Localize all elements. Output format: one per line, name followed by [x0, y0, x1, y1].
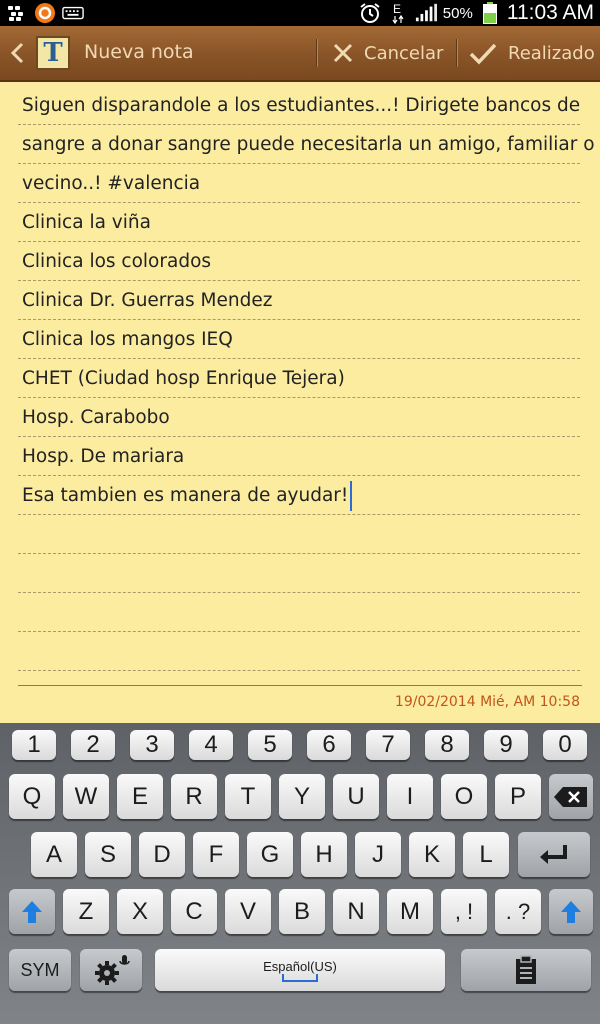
- key-0[interactable]: 0: [543, 730, 587, 760]
- key-3[interactable]: 3: [130, 730, 174, 760]
- key-comma[interactable]: , !: [441, 889, 487, 934]
- enter-icon: [540, 844, 567, 864]
- note-line[interactable]: CHET (Ciudad hosp Enrique Tejera): [18, 359, 580, 398]
- keyboard: 1 2 3 4 5 6 7 8 9 0 Q W E R T Y U I O P …: [0, 723, 600, 1024]
- key-k[interactable]: K: [409, 832, 455, 877]
- key-m[interactable]: M: [387, 889, 433, 934]
- memo-app-icon: T: [36, 36, 70, 70]
- sym-key[interactable]: SYM: [9, 949, 71, 991]
- space-key[interactable]: Español(US): [155, 949, 445, 991]
- key-w[interactable]: W: [63, 774, 109, 819]
- battery-percent: 50%: [442, 4, 473, 22]
- cancel-label: Cancelar: [364, 42, 444, 64]
- note-line[interactable]: [18, 515, 580, 554]
- done-button[interactable]: Realizado: [468, 36, 595, 70]
- note-line[interactable]: [18, 554, 580, 593]
- key-h[interactable]: H: [301, 832, 347, 877]
- clipboard-key[interactable]: [461, 949, 591, 991]
- data-e-icon: E: [387, 2, 409, 25]
- note-line[interactable]: [18, 632, 580, 671]
- key-9[interactable]: 9: [484, 730, 528, 760]
- note-line[interactable]: Hosp. De mariara: [18, 437, 580, 476]
- key-c[interactable]: C: [171, 889, 217, 934]
- shift-arrow-icon: [561, 900, 581, 923]
- status-bar: E 50% 11:03 AM: [0, 0, 600, 26]
- shift-key-right[interactable]: [549, 889, 593, 934]
- page-title: Nueva nota: [84, 41, 194, 63]
- note-header: T Nueva nota Cancelar Realizado: [0, 26, 600, 82]
- clipboard-icon: [516, 955, 536, 984]
- svg-text:E: E: [393, 2, 401, 16]
- status-time: 11:03 AM: [506, 1, 594, 24]
- key-1[interactable]: 1: [12, 730, 56, 760]
- note-line-last[interactable]: Esa tambien es manera de ayudar!: [18, 476, 580, 515]
- chevron-left-icon: [10, 42, 24, 64]
- key-u[interactable]: U: [333, 774, 379, 819]
- key-d[interactable]: D: [139, 832, 185, 877]
- keyboard-icon: [62, 2, 84, 24]
- space-bar-icon: [282, 973, 318, 982]
- battery-icon: [479, 2, 501, 24]
- note-line[interactable]: Clinica la viña: [18, 203, 580, 242]
- key-s[interactable]: S: [85, 832, 131, 877]
- key-v[interactable]: V: [225, 889, 271, 934]
- note-divider: [18, 685, 582, 686]
- signal-icon: [415, 2, 437, 24]
- note-line[interactable]: vecino..! #valencia: [18, 164, 580, 203]
- key-7[interactable]: 7: [366, 730, 410, 760]
- note-line[interactable]: [18, 593, 580, 632]
- key-t[interactable]: T: [225, 774, 271, 819]
- backspace-icon: [554, 786, 587, 807]
- note-line[interactable]: Siguen disparandole a los estudiantes...…: [18, 86, 580, 125]
- key-i[interactable]: I: [387, 774, 433, 819]
- key-g[interactable]: G: [247, 832, 293, 877]
- header-divider: [316, 39, 317, 67]
- key-2[interactable]: 2: [71, 730, 115, 760]
- key-l[interactable]: L: [463, 832, 509, 877]
- key-5[interactable]: 5: [248, 730, 292, 760]
- space-key-label: Español(US): [263, 958, 337, 974]
- key-e[interactable]: E: [117, 774, 163, 819]
- key-x[interactable]: X: [117, 889, 163, 934]
- alarm-icon: [359, 2, 381, 24]
- header-divider: [456, 39, 457, 67]
- enter-key[interactable]: [518, 832, 590, 877]
- shift-key-left[interactable]: [9, 889, 55, 934]
- checkmark-icon: [469, 43, 497, 65]
- back-button[interactable]: [8, 38, 28, 68]
- note-line[interactable]: Clinica los mangos IEQ: [18, 320, 580, 359]
- text-cursor: [350, 481, 353, 511]
- settings-key[interactable]: [80, 949, 142, 991]
- note-line-text: Esa tambien es manera de ayudar!: [22, 485, 349, 506]
- note-line[interactable]: Clinica los colorados: [18, 242, 580, 281]
- bbm-icon: [6, 2, 28, 24]
- key-b[interactable]: B: [279, 889, 325, 934]
- key-a[interactable]: A: [31, 832, 77, 877]
- key-j[interactable]: J: [355, 832, 401, 877]
- note-line[interactable]: sangre a donar sangre puede necesitarla …: [18, 125, 595, 164]
- gear-mic-icon: [95, 955, 130, 985]
- key-r[interactable]: R: [171, 774, 217, 819]
- key-o[interactable]: O: [441, 774, 487, 819]
- key-q[interactable]: Q: [9, 774, 55, 819]
- key-n[interactable]: N: [333, 889, 379, 934]
- note-line[interactable]: Clinica Dr. Guerras Mendez: [18, 281, 580, 320]
- key-4[interactable]: 4: [189, 730, 233, 760]
- close-icon: [333, 43, 353, 63]
- key-z[interactable]: Z: [63, 889, 109, 934]
- key-y[interactable]: Y: [279, 774, 325, 819]
- note-line[interactable]: Hosp. Carabobo: [18, 398, 580, 437]
- backspace-key[interactable]: [549, 774, 593, 819]
- key-p[interactable]: P: [495, 774, 541, 819]
- done-label: Realizado: [508, 42, 595, 64]
- app-notification-icon: [34, 2, 56, 24]
- cancel-button[interactable]: Cancelar: [332, 36, 443, 70]
- shift-arrow-icon: [22, 900, 42, 923]
- key-f[interactable]: F: [193, 832, 239, 877]
- key-6[interactable]: 6: [307, 730, 351, 760]
- note-timestamp: 19/02/2014 Mié, AM 10:58: [394, 694, 580, 710]
- key-8[interactable]: 8: [425, 730, 469, 760]
- key-period[interactable]: . ?: [495, 889, 541, 934]
- note-editor[interactable]: Siguen disparandole a los estudiantes...…: [0, 82, 600, 723]
